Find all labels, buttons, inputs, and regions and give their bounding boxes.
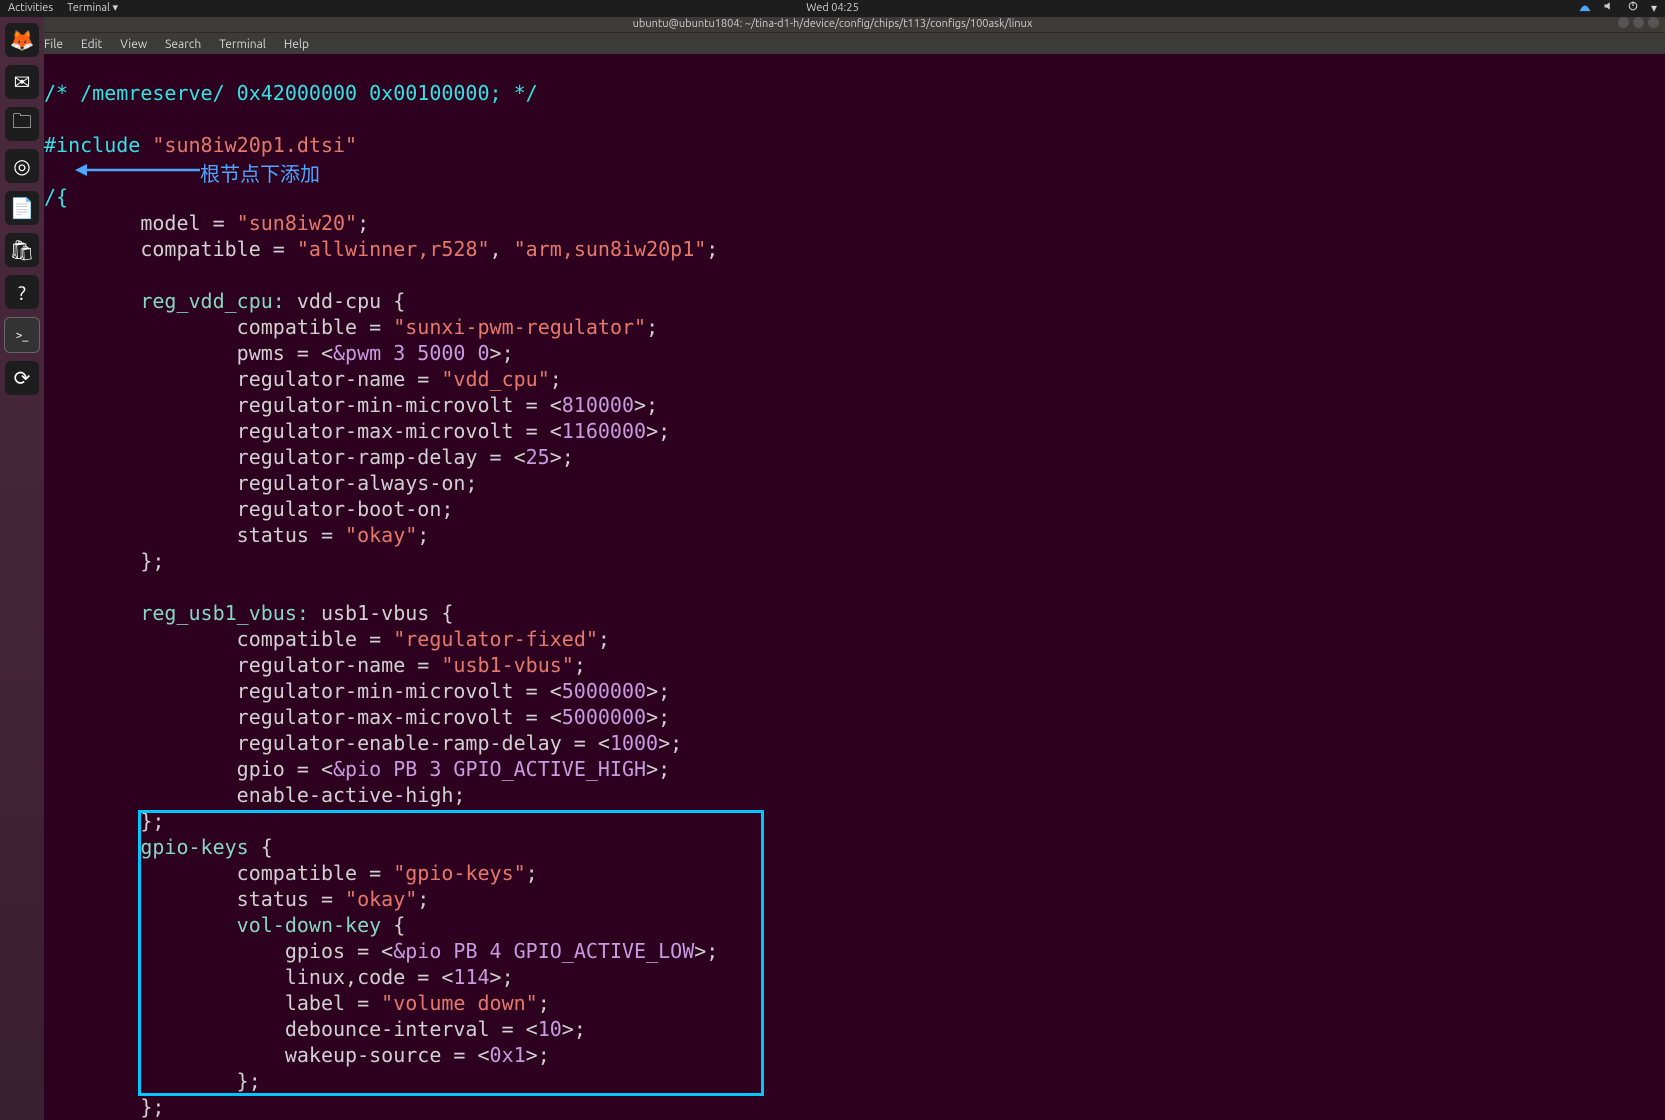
launcher-dock: 🦊 ✉ 🗀 ◎ 📄 🛍 ? >_ ⟳ bbox=[0, 17, 44, 1120]
code-line: compatible = bbox=[44, 627, 393, 651]
editor-viewport[interactable]: /* /memreserve/ 0x42000000 0x00100000; *… bbox=[44, 54, 1665, 1120]
menu-edit[interactable]: Edit bbox=[81, 38, 102, 51]
software-icon[interactable]: 🛍 bbox=[5, 233, 39, 267]
menu-file[interactable]: File bbox=[44, 38, 63, 51]
audio-icon[interactable] bbox=[1603, 0, 1615, 17]
code-line: wakeup-source = < bbox=[44, 1043, 490, 1067]
code-line: }; bbox=[44, 549, 164, 573]
code-line: compatible = bbox=[44, 237, 297, 261]
updater-icon[interactable]: ⟳ bbox=[5, 361, 39, 395]
code-line: /* /memreserve/ 0x42000000 0x00100000; *… bbox=[44, 81, 538, 105]
window-maximize-button[interactable] bbox=[1633, 17, 1644, 28]
code-line: regulator-min-microvolt = < bbox=[44, 679, 562, 703]
code-str: "allwinner,r528" bbox=[297, 237, 490, 261]
files-icon[interactable]: 🗀 bbox=[5, 107, 39, 141]
code-line: compatible = bbox=[44, 315, 393, 339]
terminal-icon[interactable]: >_ bbox=[4, 317, 40, 353]
code-line: gpios = < bbox=[44, 939, 393, 963]
code-line: regulator-max-microvolt = < bbox=[44, 419, 562, 443]
network-icon[interactable] bbox=[1579, 0, 1591, 17]
code-line: regulator-boot-on; bbox=[44, 497, 453, 521]
menu-help[interactable]: Help bbox=[284, 38, 309, 51]
code-line: status = bbox=[44, 523, 345, 547]
code-node-label: gpio-keys bbox=[44, 835, 249, 859]
menu-search[interactable]: Search bbox=[165, 38, 201, 51]
code-line: regulator-name = bbox=[44, 653, 441, 677]
window-close-button[interactable] bbox=[1648, 17, 1659, 28]
code-line: gpio = < bbox=[44, 757, 333, 781]
code-line: regulator-enable-ramp-delay = < bbox=[44, 731, 610, 755]
chevron-down-icon[interactable]: ▾ bbox=[1651, 0, 1657, 17]
code-root-open: /{ bbox=[44, 185, 68, 209]
code-line: status = bbox=[44, 887, 345, 911]
activities-button[interactable]: Activities bbox=[8, 0, 53, 17]
code-line: debounce-interval = < bbox=[44, 1017, 538, 1041]
code-node-label: vol-down-key bbox=[44, 913, 381, 937]
code-line: linux,code = < bbox=[44, 965, 453, 989]
window-titlebar: ubuntu@ubuntu1804: ~/tina-d1-h/device/co… bbox=[0, 17, 1665, 32]
power-icon[interactable] bbox=[1627, 0, 1639, 17]
code-node-label: reg_vdd_cpu: bbox=[44, 289, 285, 313]
code-str: "arm,sun8iw20p1" bbox=[514, 237, 707, 261]
clock-label[interactable]: Wed 04:25 bbox=[806, 0, 859, 17]
code-line: enable-active-high; bbox=[44, 783, 465, 807]
code-line: model = bbox=[44, 211, 237, 235]
code-str: "sun8iw20" bbox=[237, 211, 357, 235]
code-line: }; bbox=[44, 1069, 261, 1093]
code-include-path: "sun8iw20p1.dtsi" bbox=[152, 133, 357, 157]
window-title: ubuntu@ubuntu1804: ~/tina-d1-h/device/co… bbox=[633, 18, 1033, 30]
code-line: }; bbox=[44, 809, 164, 833]
rhythmbox-icon[interactable]: ◎ bbox=[5, 149, 39, 183]
thunderbird-icon[interactable]: ✉ bbox=[5, 65, 39, 99]
code-line: regulator-always-on; bbox=[44, 471, 477, 495]
libreoffice-icon[interactable]: 📄 bbox=[5, 191, 39, 225]
code-line: regulator-max-microvolt = < bbox=[44, 705, 562, 729]
code-line: }; bbox=[44, 1095, 164, 1119]
code-line: regulator-ramp-delay = < bbox=[44, 445, 526, 469]
menu-terminal[interactable]: Terminal bbox=[219, 38, 266, 51]
window-minimize-button[interactable] bbox=[1618, 17, 1629, 28]
help-icon[interactable]: ? bbox=[5, 275, 39, 309]
desktop-topbar: Activities Terminal ▾ Wed 04:25 ▾ bbox=[0, 0, 1665, 17]
app-indicator[interactable]: Terminal ▾ bbox=[67, 0, 118, 17]
code-include-directive: #include bbox=[44, 133, 140, 157]
code-line: label = bbox=[44, 991, 381, 1015]
code-line: regulator-min-microvolt = < bbox=[44, 393, 562, 417]
code-node-label: reg_usb1_vbus: bbox=[44, 601, 309, 625]
code-line: pwms = < bbox=[44, 341, 333, 365]
menu-view[interactable]: View bbox=[120, 38, 147, 51]
app-menubar: File Edit View Search Terminal Help bbox=[0, 32, 1665, 55]
code-line: regulator-name = bbox=[44, 367, 441, 391]
firefox-icon[interactable]: 🦊 bbox=[5, 23, 39, 57]
code-line: compatible = bbox=[44, 861, 393, 885]
annotation-arrow bbox=[75, 158, 205, 182]
